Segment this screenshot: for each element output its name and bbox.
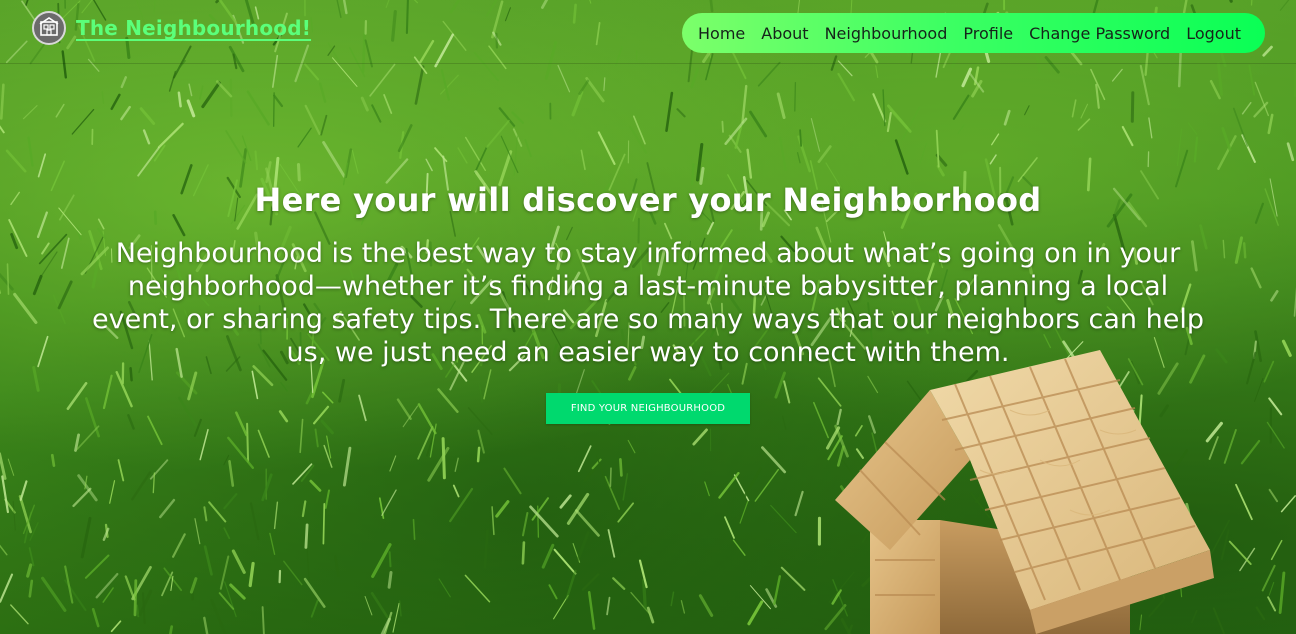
- nav-neighbourhood-link[interactable]: Neighbourhood: [825, 24, 948, 43]
- nav-profile-link[interactable]: Profile: [963, 24, 1013, 43]
- top-navbar: The Neighbourhood! Home About Neighbourh…: [0, 0, 1296, 64]
- brand-link[interactable]: The Neighbourhood!: [32, 11, 311, 45]
- brand-name[interactable]: The Neighbourhood!: [76, 16, 311, 40]
- neighbourhood-logo-icon[interactable]: [32, 11, 66, 45]
- hero-section: Here your will discover your Neighborhoo…: [0, 178, 1296, 424]
- nav-logout-link[interactable]: Logout: [1186, 24, 1241, 43]
- hero-description: Neighbourhood is the best way to stay in…: [92, 238, 1204, 368]
- find-neighbourhood-button[interactable]: FIND YOUR NEIGHBOURHOOD: [546, 393, 750, 424]
- hero-title: Here your will discover your Neighborhoo…: [254, 181, 1042, 219]
- nav-about-link[interactable]: About: [761, 24, 808, 43]
- nav-menu: Home About Neighbourhood Profile Change …: [682, 13, 1265, 53]
- nav-change-password-link[interactable]: Change Password: [1029, 24, 1170, 43]
- nav-home-link[interactable]: Home: [698, 24, 745, 43]
